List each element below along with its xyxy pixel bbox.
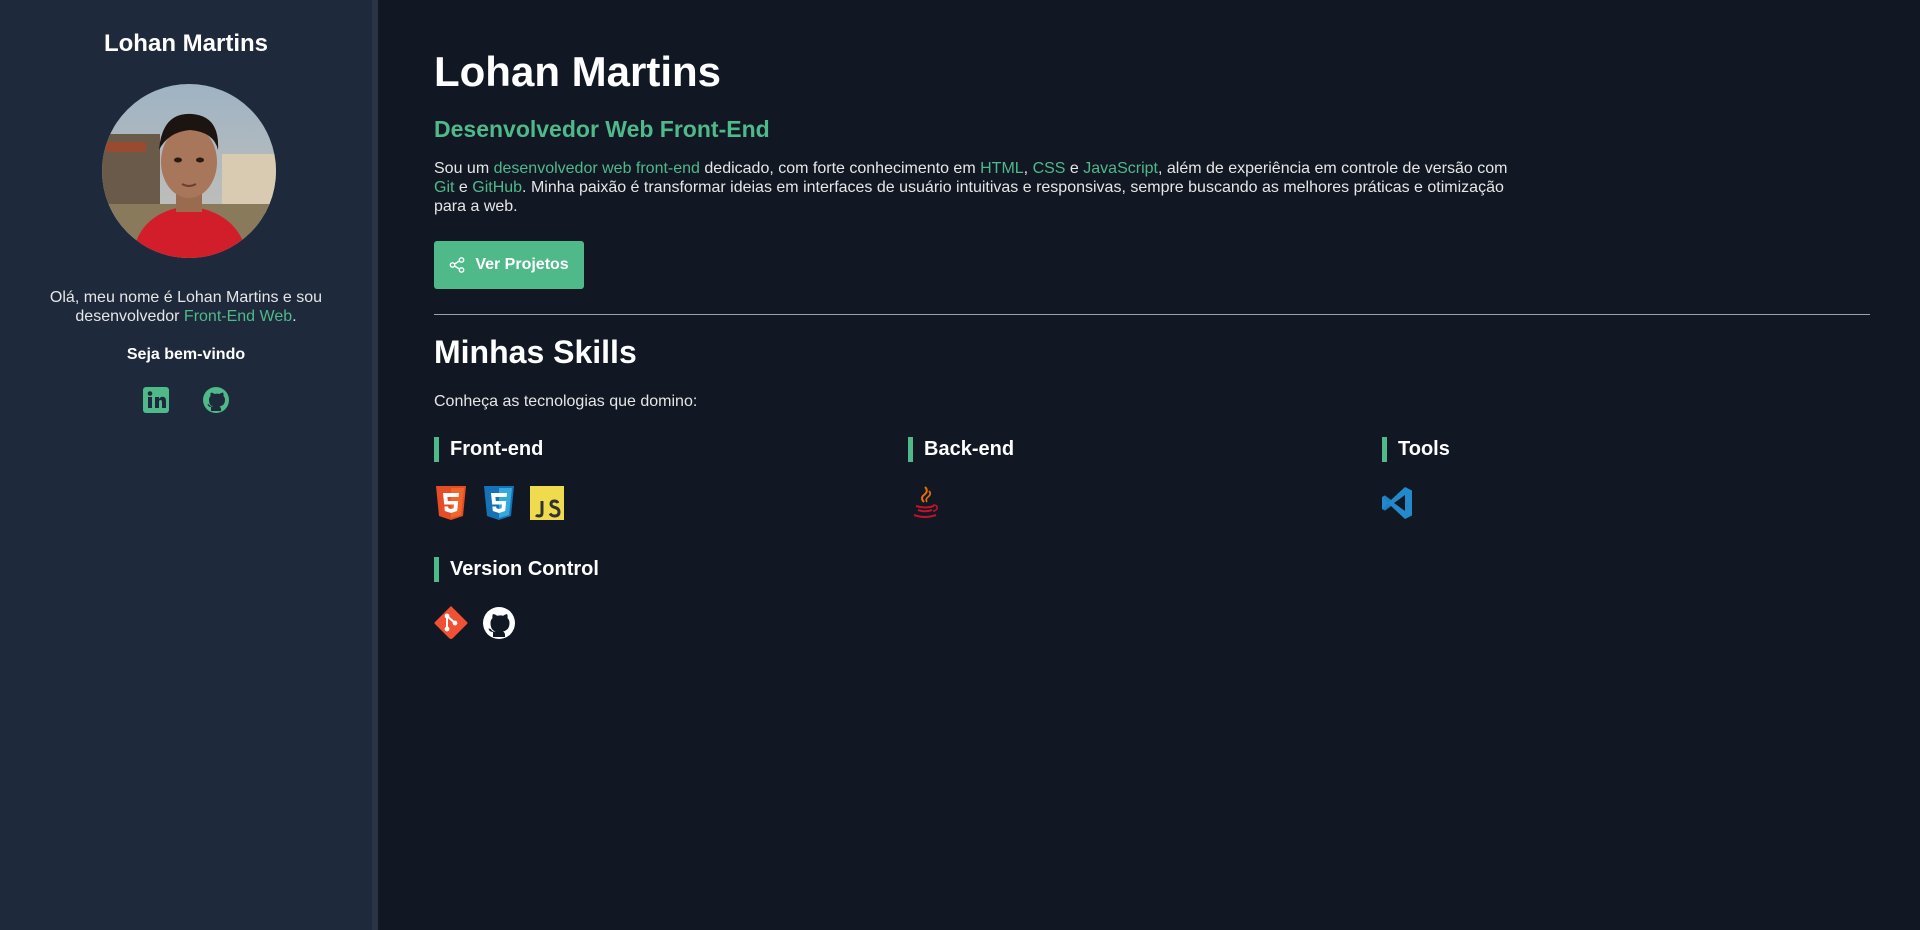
intro-text: , além de experiência em controle de ver… xyxy=(1157,160,1508,177)
intro-link-git[interactable]: Git xyxy=(434,179,454,196)
category-version-control: Version Control xyxy=(434,557,599,582)
github-icon xyxy=(483,607,515,639)
git-icon xyxy=(434,606,468,639)
intro-link-javascript[interactable]: JavaScript xyxy=(1083,160,1158,177)
html5-icon xyxy=(436,486,466,520)
front-end-icons xyxy=(434,485,564,521)
github-link[interactable] xyxy=(202,386,230,414)
version-control-icons xyxy=(434,605,516,641)
ver-projetos-button[interactable]: Ver Projetos xyxy=(434,241,584,289)
intro-text: Sou um xyxy=(434,160,494,177)
page-subtitle: Desenvolvedor Web Front-End xyxy=(434,116,770,142)
github-icon xyxy=(203,387,229,413)
skills-title: Minhas Skills xyxy=(434,334,637,370)
sidebar-intro-suffix: . xyxy=(292,308,297,325)
css3-icon xyxy=(484,486,514,520)
welcome-text: Seja bem-vindo xyxy=(126,346,246,363)
category-front-end: Front-end xyxy=(434,437,543,462)
intro-link-css[interactable]: CSS xyxy=(1033,160,1066,177)
sidebar-intro: Olá, meu nome é Lohan Martins e sou dese… xyxy=(40,288,332,326)
intro-link-html[interactable]: HTML xyxy=(980,160,1024,177)
sidebar-name: Lohan Martins xyxy=(103,30,268,57)
javascript-icon xyxy=(530,486,564,520)
intro-link-front-end[interactable]: desenvolvedor web front-end xyxy=(494,160,700,177)
avatar xyxy=(102,84,276,258)
intro-paragraph: Sou um desenvolvedor web front-end dedic… xyxy=(434,159,1514,216)
java-icon xyxy=(913,486,938,518)
back-end-icons xyxy=(908,485,942,521)
front-end-web-link[interactable]: Front-End Web xyxy=(184,308,292,325)
category-back-end: Back-end xyxy=(908,437,1014,462)
section-divider xyxy=(434,314,1870,315)
intro-text: e xyxy=(454,179,473,196)
ver-projetos-label: Ver Projetos xyxy=(475,256,569,273)
social-links xyxy=(0,386,372,414)
linkedin-link[interactable] xyxy=(142,386,170,414)
intro-text: . Minha paixão é transformar ideias em i… xyxy=(434,179,1504,215)
share-icon xyxy=(449,257,465,273)
intro-text: e xyxy=(1065,160,1084,177)
sidebar: Lohan Martins Olá, meu nome é Lohan Mart… xyxy=(0,0,378,930)
intro-link-github[interactable]: GitHub xyxy=(472,179,522,196)
skills-description: Conheça as tecnologias que domino: xyxy=(434,393,698,410)
intro-text: , xyxy=(1023,160,1033,177)
intro-text: dedicado, com forte conhecimento em xyxy=(699,160,981,177)
category-tools: Tools xyxy=(1382,437,1450,462)
vscode-icon xyxy=(1382,487,1412,519)
page-title: Lohan Martins xyxy=(434,48,722,95)
linkedin-icon xyxy=(143,387,169,413)
tools-icons xyxy=(1380,485,1414,521)
